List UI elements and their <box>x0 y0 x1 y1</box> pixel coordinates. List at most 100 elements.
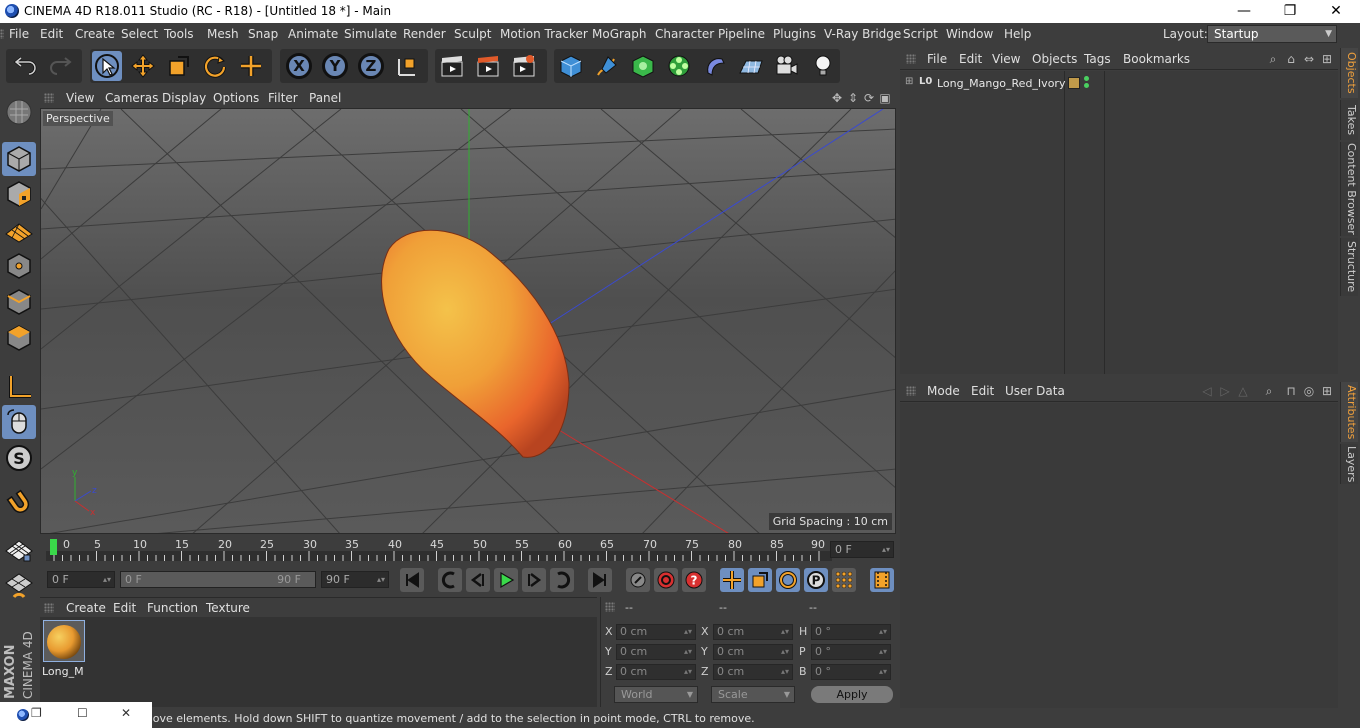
go-to-start-button[interactable] <box>400 568 424 592</box>
tab-content-browser[interactable]: Content Browser <box>1340 142 1358 236</box>
add-cube-button[interactable] <box>556 51 586 81</box>
history-icon[interactable]: ⇔ <box>1302 52 1316 66</box>
add-spline-button[interactable] <box>592 51 622 81</box>
toggle-layout-icon[interactable]: ▣ <box>878 91 892 105</box>
expand-plus-icon[interactable]: ⊞ <box>905 76 913 87</box>
rot-h-field[interactable]: 0 ° ▴▾ <box>811 624 891 640</box>
add-deformer-button[interactable] <box>700 51 730 81</box>
move-tool-button[interactable] <box>128 51 158 81</box>
workplane-lock-button[interactable] <box>2 533 36 567</box>
layer-color-icon[interactable] <box>1068 77 1080 89</box>
dolly-view-icon[interactable]: ⇕ <box>846 91 860 105</box>
mango-3d-model[interactable] <box>381 229 570 458</box>
object-menu-tags[interactable]: Tags <box>1084 52 1111 66</box>
key-pla-toggle[interactable] <box>832 568 856 592</box>
viewport-menu-cameras[interactable]: Cameras <box>105 91 158 105</box>
object-menu-objects[interactable]: Objects <box>1032 52 1077 66</box>
size-z-field[interactable]: 0 cm ▴▾ <box>713 664 793 680</box>
menu-pipeline[interactable]: Pipeline <box>718 27 765 41</box>
up-arrow-icon[interactable]: △ <box>1236 384 1250 398</box>
current-frame-field[interactable]: 0 F ▴▾ <box>830 541 894 558</box>
menu-mesh[interactable]: Mesh <box>207 27 239 41</box>
object-menu-view[interactable]: View <box>992 52 1020 66</box>
menu-select[interactable]: Select <box>121 27 158 41</box>
material-menu-create[interactable]: Create <box>66 601 106 615</box>
z-axis-toggle[interactable]: Z <box>356 51 386 81</box>
menu-animate[interactable]: Animate <box>288 27 338 41</box>
pan-view-icon[interactable]: ✥ <box>830 91 844 105</box>
tweak-mode-button[interactable] <box>2 405 36 439</box>
restore-icon[interactable]: ❐ <box>31 706 42 720</box>
forward-arrow-icon[interactable]: ▷ <box>1218 384 1232 398</box>
x-axis-toggle[interactable]: X <box>284 51 314 81</box>
undo-button[interactable] <box>10 51 40 81</box>
rot-b-field[interactable]: 0 ° ▴▾ <box>811 664 891 680</box>
attribute-menu-mode[interactable]: Mode <box>927 384 960 398</box>
object-menu-bookmarks[interactable]: Bookmarks <box>1123 52 1190 66</box>
pos-z-field[interactable]: 0 cm ▴▾ <box>616 664 696 680</box>
tab-layers[interactable]: Layers <box>1340 444 1358 484</box>
material-menu-edit[interactable]: Edit <box>113 601 136 615</box>
record-keys-button[interactable] <box>626 568 650 592</box>
live-selection-button[interactable] <box>92 51 122 81</box>
menu-vray-bridge[interactable]: V-Ray Bridge <box>824 27 901 41</box>
menu-script[interactable]: Script <box>903 27 938 41</box>
key-rotation-toggle[interactable] <box>776 568 800 592</box>
timeline-window-button[interactable] <box>870 568 894 592</box>
target-icon[interactable]: ◎ <box>1302 384 1316 398</box>
render-visibility-dot-icon[interactable] <box>1084 83 1089 88</box>
rotate-tool-button[interactable] <box>200 51 230 81</box>
viewport-menu-options[interactable]: Options <box>213 91 259 105</box>
menu-mograph[interactable]: MoGraph <box>592 27 647 41</box>
key-parameter-toggle[interactable]: P <box>804 568 828 592</box>
new-window-icon[interactable]: ⊞ <box>1320 384 1334 398</box>
render-picture-viewer-button[interactable] <box>473 51 503 81</box>
add-generator-button[interactable] <box>628 51 658 81</box>
polygons-mode-button[interactable] <box>2 321 36 355</box>
attribute-menu-user-data[interactable]: User Data <box>1005 384 1065 398</box>
lock-icon[interactable]: ⊓ <box>1284 384 1298 398</box>
menu-simulate[interactable]: Simulate <box>344 27 397 41</box>
snap-toggle-button[interactable] <box>2 487 36 521</box>
menu-snap[interactable]: Snap <box>248 27 278 41</box>
redo-button[interactable] <box>46 51 76 81</box>
menu-render[interactable]: Render <box>403 27 446 41</box>
tab-attributes[interactable]: Attributes <box>1340 382 1358 442</box>
menu-sculpt[interactable]: Sculpt <box>454 27 491 41</box>
tab-structure[interactable]: Structure <box>1340 238 1358 296</box>
previous-frame-button[interactable] <box>466 568 490 592</box>
back-arrow-icon[interactable]: ◁ <box>1200 384 1214 398</box>
perspective-viewport[interactable]: y z x Perspective Grid Spacing : 10 cm <box>40 108 896 534</box>
menu-file[interactable]: File <box>9 27 29 41</box>
size-x-field[interactable]: 0 cm ▴▾ <box>713 624 793 640</box>
maximize-icon[interactable]: ☐ <box>77 706 88 720</box>
viewport-menu-display[interactable]: Display <box>162 91 206 105</box>
render-view-button[interactable] <box>437 51 467 81</box>
home-icon[interactable]: ⌂ <box>1284 52 1298 66</box>
model-mode-button[interactable] <box>2 142 36 176</box>
last-tool-button[interactable] <box>236 51 266 81</box>
key-scale-toggle[interactable] <box>748 568 772 592</box>
viewport-menu-view[interactable]: View <box>66 91 94 105</box>
preview-range-slider[interactable]: 0 F 90 F <box>120 571 316 588</box>
workplane-mode-button[interactable] <box>2 212 36 246</box>
next-frame-button[interactable] <box>522 568 546 592</box>
tab-objects[interactable]: Objects <box>1340 48 1358 98</box>
menu-edit[interactable]: Edit <box>40 27 63 41</box>
coordinate-space-dropdown[interactable]: World ▼ <box>614 686 698 703</box>
tab-takes[interactable]: Takes <box>1340 100 1358 140</box>
close-button[interactable]: ✕ <box>1313 0 1359 23</box>
material-thumbnail[interactable] <box>43 620 85 662</box>
pos-y-field[interactable]: 0 cm ▴▾ <box>616 644 696 660</box>
make-editable-button[interactable] <box>2 95 36 129</box>
edges-mode-button[interactable] <box>2 285 36 319</box>
coordinate-system-button[interactable] <box>392 51 422 81</box>
size-y-field[interactable]: 0 cm ▴▾ <box>713 644 793 660</box>
search-icon[interactable]: ⌕ <box>1266 52 1280 66</box>
editor-visibility-dot-icon[interactable] <box>1084 76 1089 81</box>
object-menu-file[interactable]: File <box>927 52 947 66</box>
timeline-ruler[interactable]: 0 5 10 15 20 25 30 35 40 45 50 55 60 65 … <box>40 535 896 563</box>
maximize-button[interactable]: ❐ <box>1267 0 1313 23</box>
play-forward-button[interactable] <box>494 568 518 592</box>
keyframe-selection-button[interactable]: ? <box>682 568 706 592</box>
